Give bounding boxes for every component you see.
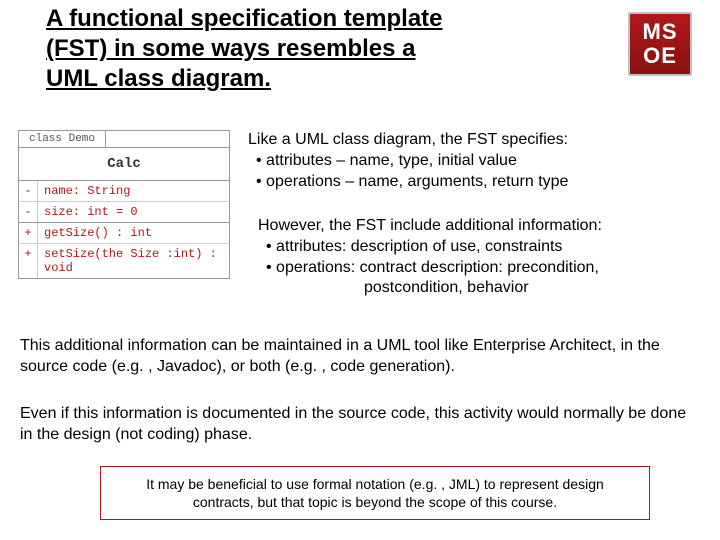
section-additional: However, the FST include additional info…: [258, 216, 708, 299]
uml-signature: name: String: [38, 181, 229, 201]
intro-line: However, the FST include additional info…: [258, 216, 708, 237]
bullet-operations-contract-cont: postcondition, behavior: [258, 278, 708, 299]
uml-attr-row: - name: String: [19, 181, 229, 201]
uml-visibility: +: [19, 223, 38, 243]
uml-visibility: -: [19, 202, 38, 222]
bullet-operations-contract: operations: contract description: precon…: [258, 258, 708, 279]
callout-note: It may be beneficial to use formal notat…: [100, 466, 650, 520]
uml-attr-row: - size: int = 0: [19, 201, 229, 222]
uml-attributes: - name: String - size: int = 0: [19, 181, 229, 223]
uml-tab: class Demo: [18, 130, 106, 147]
bullet-attributes-desc: attributes: description of use, constrai…: [258, 237, 708, 258]
section-like-uml: Like a UML class diagram, the FST specif…: [248, 130, 698, 192]
logo-line2: OE: [630, 44, 690, 68]
intro-line: Like a UML class diagram, the FST specif…: [248, 130, 698, 151]
uml-signature: setSize(the Size :int) : void: [38, 244, 229, 278]
paragraph-maintain: This additional information can be maint…: [20, 336, 700, 378]
uml-class-name: Calc: [19, 147, 229, 181]
uml-operations: + getSize() : int + setSize(the Size :in…: [19, 223, 229, 278]
uml-visibility: +: [19, 244, 38, 278]
logo-line1: MS: [630, 20, 690, 44]
uml-visibility: -: [19, 181, 38, 201]
uml-signature: size: int = 0: [38, 202, 229, 222]
msoe-logo: MS OE: [628, 12, 692, 76]
bullet-operations: operations – name, arguments, return typ…: [248, 172, 698, 193]
uml-op-row: + getSize() : int: [19, 223, 229, 243]
uml-signature: getSize() : int: [38, 223, 229, 243]
bullet-attributes: attributes – name, type, initial value: [248, 151, 698, 172]
uml-op-row: + setSize(the Size :int) : void: [19, 243, 229, 278]
uml-class-diagram: class Demo Calc - name: String - size: i…: [18, 130, 230, 279]
slide-title: A functional specification template (FST…: [46, 4, 466, 94]
paragraph-design-phase: Even if this information is documented i…: [20, 404, 700, 446]
